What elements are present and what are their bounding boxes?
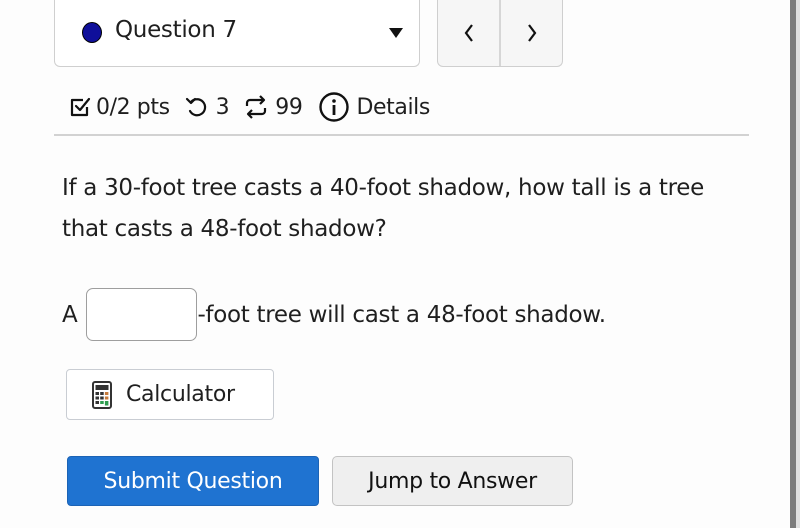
retries-info: 3 [184,94,230,120]
retry-icon [185,97,206,117]
question-selector-label: Question 7 [115,17,237,43]
attempts-count: 99 [275,94,303,120]
window-edge [796,0,800,528]
question-navigation [437,0,563,67]
calculator-icon [92,380,112,409]
next-question-button[interactable] [501,0,562,66]
question-text: If a 30-foot tree casts a 40-foot shadow… [62,175,704,242]
details-label: Details [356,94,430,120]
answer-prefix: A [62,301,78,328]
details-link[interactable]: Details [318,91,430,123]
jump-label: Jump to Answer [368,468,537,494]
retries-count: 3 [215,94,230,120]
jump-to-answer-button[interactable]: Jump to Answer [332,456,573,506]
calculator-button[interactable]: Calculator [66,369,274,420]
repeat-icon [246,95,267,119]
question-status-icon [82,22,102,43]
points-text: 0/2 pts [96,94,170,120]
answer-sentence: A -foot tree will cast a 48-foot shadow. [62,287,606,342]
chevron-right-icon [527,24,536,42]
info-icon [319,92,350,122]
submit-label: Submit Question [103,468,283,494]
header-divider [54,134,749,136]
attempts-info: 99 [243,93,303,121]
submit-question-button[interactable]: Submit Question [67,456,319,506]
caret-down-icon [389,28,403,38]
chevron-left-icon [464,24,473,42]
answer-suffix: -foot tree will cast a 48-foot shadow. [197,301,606,328]
checkbox-checked-icon [70,97,91,117]
question-selector[interactable]: Question 7 [54,0,420,67]
previous-question-button[interactable] [438,0,499,66]
question-meta: 0/2 pts 3 99 Details [68,88,430,126]
calculator-label: Calculator [126,382,235,407]
answer-input[interactable] [86,288,198,341]
points-info: 0/2 pts [68,94,170,120]
